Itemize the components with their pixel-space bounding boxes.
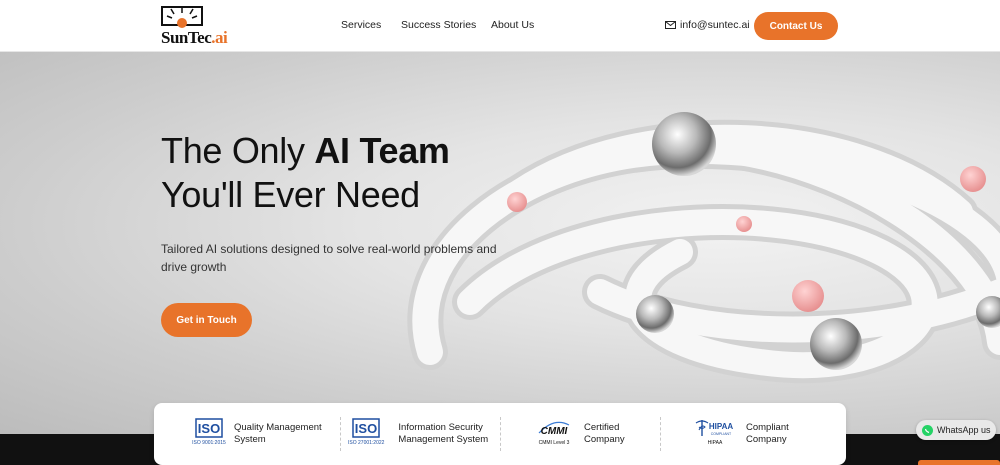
nav-services[interactable]: Services <box>341 19 381 31</box>
suntec-logo[interactable]: SunTec.ai <box>161 6 228 47</box>
site-header: SunTec.ai Services Success Stories About… <box>0 0 1000 52</box>
hero-subtitle: Tailored AI solutions designed to solve … <box>161 242 497 274</box>
email-text: info@suntec.ai <box>680 19 750 31</box>
cert-divider <box>660 417 661 451</box>
cert-cmmi: CMMI CMMI Level 3 Certified Company <box>536 417 625 446</box>
logo-sun-icon <box>161 6 203 28</box>
iso-badge: ISO ISO 27001:2022 <box>348 417 384 446</box>
cmmi-logo-icon: CMMI <box>538 421 570 437</box>
hero-section: The Only AI Team You'll Ever Need Tailor… <box>0 52 1000 434</box>
svg-text:HIPAA: HIPAA <box>709 422 734 431</box>
iso-logo-icon: ISO <box>352 418 380 438</box>
whatsapp-label: WhatsApp us <box>937 425 991 435</box>
contact-us-button[interactable]: Contact Us <box>754 12 838 40</box>
iso-badge: ISO ISO 9001:2015 <box>192 417 226 446</box>
cert-iso-27001: ISO ISO 27001:2022 Information Security … <box>348 417 488 446</box>
certifications-card: ISO ISO 9001:2015 Quality Management Sys… <box>154 403 846 465</box>
cert-hipaa: HIPAA COMPLIANT HIPAA Compliant Company <box>694 417 789 446</box>
whatsapp-icon <box>922 424 933 436</box>
cert-divider <box>500 417 501 451</box>
get-in-touch-button[interactable]: Get in Touch <box>161 303 252 337</box>
hero-title-line1: The Only AI Team <box>161 130 450 171</box>
cmmi-badge: CMMI CMMI Level 3 <box>536 417 572 446</box>
nav-success-stories[interactable]: Success Stories <box>401 19 476 31</box>
hipaa-caduceus-icon: HIPAA COMPLIANT <box>695 420 734 436</box>
svg-text:ISO: ISO <box>355 421 377 436</box>
svg-text:COMPLIANT: COMPLIANT <box>711 432 732 436</box>
cert-iso-9001: ISO ISO 9001:2015 Quality Management Sys… <box>192 417 322 446</box>
mail-icon <box>665 21 676 29</box>
email-link[interactable]: info@suntec.ai <box>665 19 750 31</box>
whatsapp-button[interactable]: WhatsApp us <box>916 420 996 440</box>
svg-text:CMMI: CMMI <box>541 426 568 437</box>
footer-accent-bar <box>918 460 1000 465</box>
hipaa-badge: HIPAA COMPLIANT HIPAA <box>694 417 736 446</box>
iso-logo-icon: ISO <box>195 418 223 438</box>
cert-divider <box>340 417 341 451</box>
hero-title-line2: You'll Ever Need <box>161 174 420 215</box>
svg-text:ISO: ISO <box>198 421 220 436</box>
nav-about-us[interactable]: About Us <box>491 19 534 31</box>
